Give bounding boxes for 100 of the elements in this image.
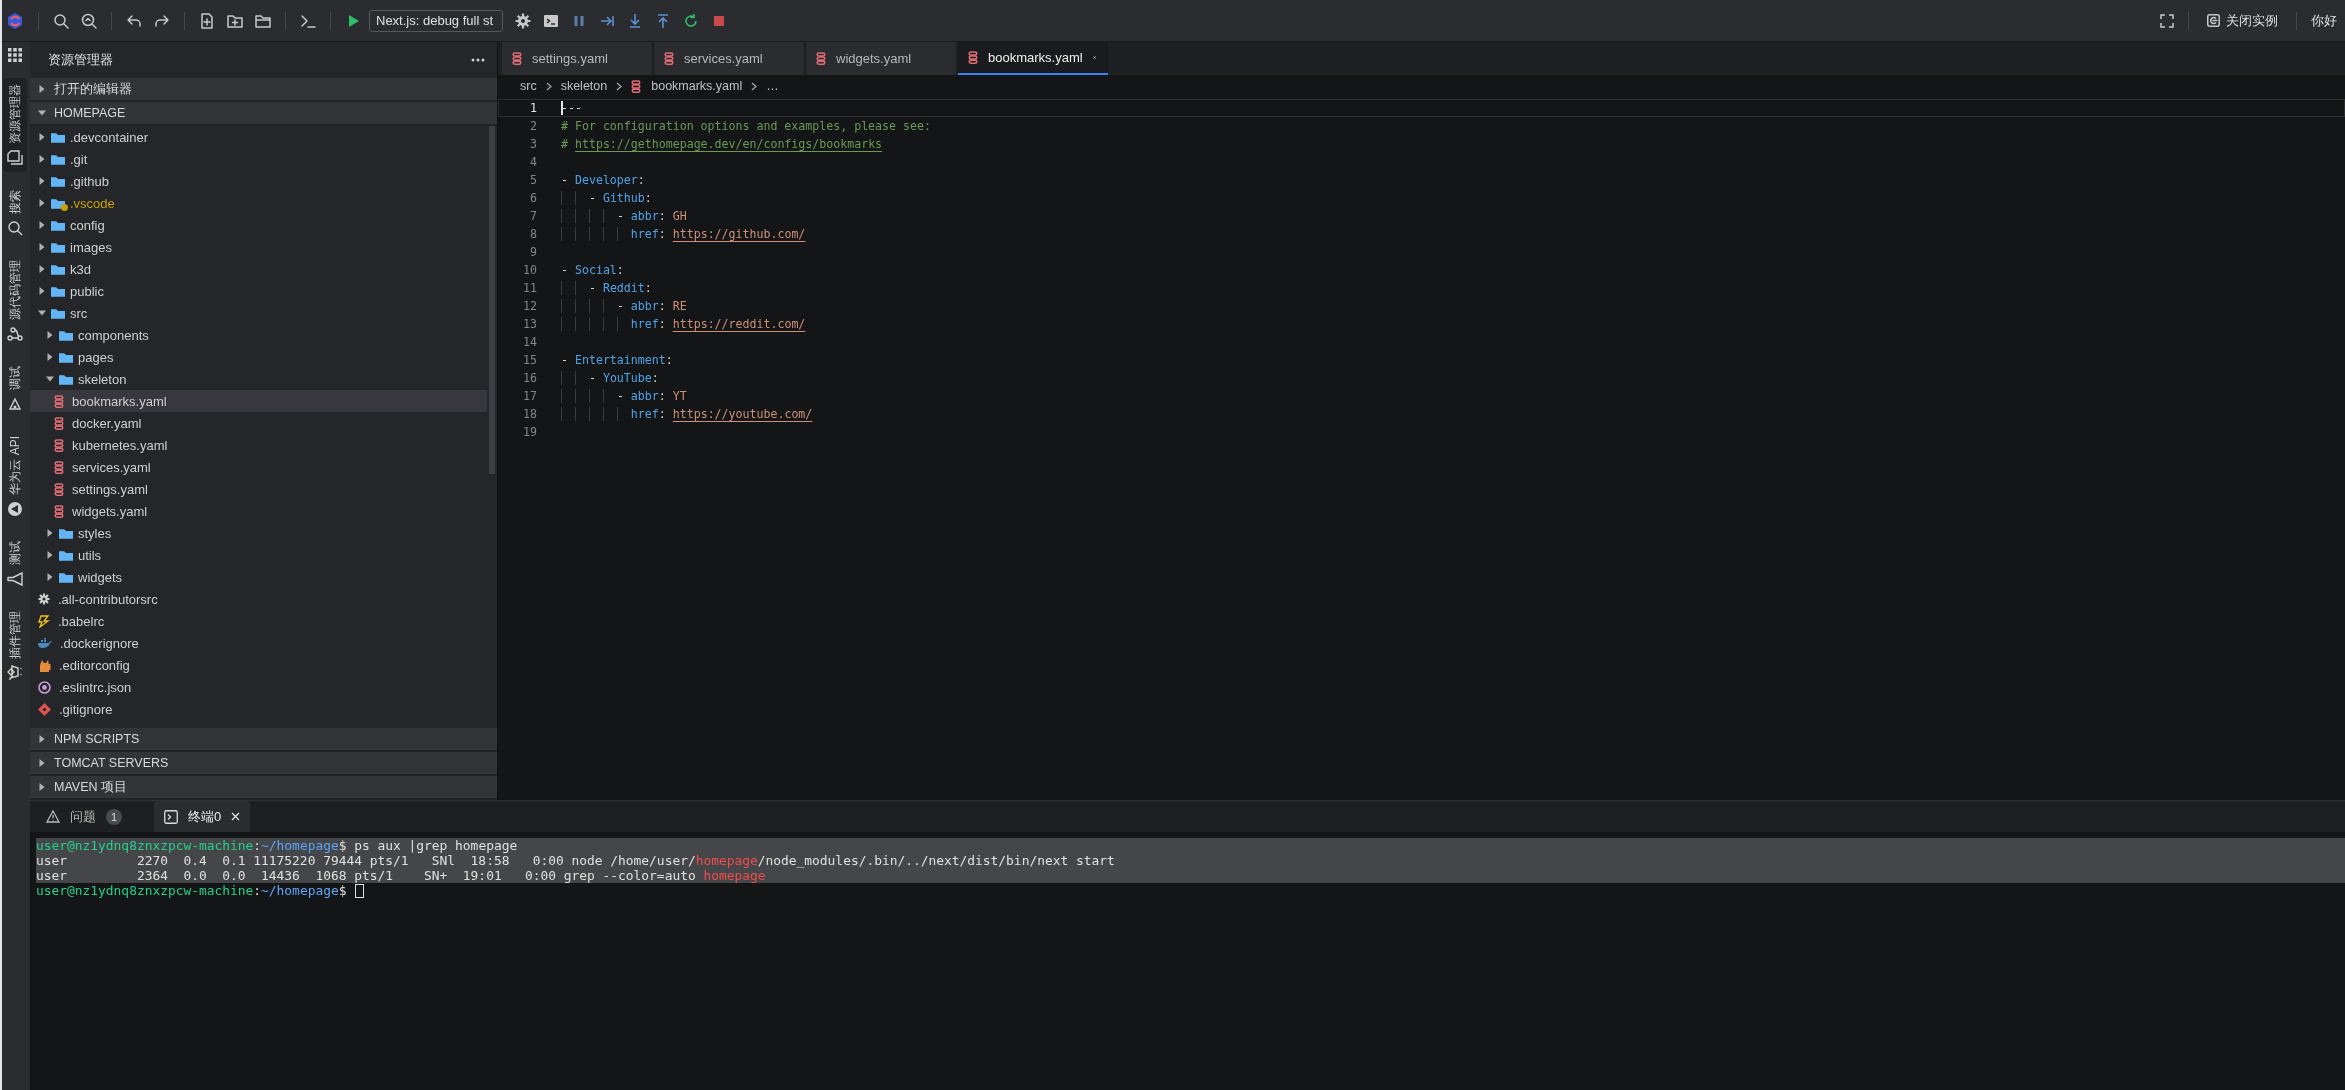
expand-icon[interactable] <box>46 551 54 559</box>
breadcrumb-item[interactable]: skeleton <box>560 79 608 93</box>
restart-icon[interactable] <box>683 12 699 29</box>
editor-tab[interactable]: widgets.yaml <box>806 42 956 75</box>
tree-item[interactable]: .babelrc <box>30 610 487 632</box>
link[interactable]: https://gethomepage.dev/en/configs/bookmarks <box>574 137 883 151</box>
tree-item[interactable]: .gitignore <box>30 698 487 720</box>
expand-icon[interactable] <box>38 287 46 295</box>
code-line: href: https://youtube.com/ <box>561 407 813 421</box>
tree-item[interactable]: utils <box>30 544 487 566</box>
activity-item[interactable]: 插件管理 <box>3 604 27 687</box>
folder-icon <box>59 527 73 539</box>
close-icon[interactable] <box>231 812 241 821</box>
tree-item[interactable]: .eslintrc.json <box>30 676 487 698</box>
expand-icon[interactable] <box>38 759 46 767</box>
folder-icon <box>51 153 65 165</box>
user-greeting[interactable]: 你好 <box>2311 11 2337 30</box>
tree-item[interactable]: .github <box>30 170 487 192</box>
step-into-icon[interactable] <box>627 12 643 29</box>
search-replace-icon[interactable] <box>81 12 97 29</box>
tree-item[interactable]: .all-contributorsrc <box>30 588 487 610</box>
breadcrumb-item[interactable]: src <box>520 79 537 93</box>
tree-item[interactable]: src <box>30 302 487 324</box>
database-icon <box>816 52 826 65</box>
expand-icon[interactable] <box>38 221 46 229</box>
activity-item[interactable]: 华为云 API <box>3 430 27 523</box>
expand-icon[interactable] <box>38 199 46 207</box>
tree-item[interactable]: .git <box>30 148 487 170</box>
panel-tab[interactable]: 问题 1 <box>36 801 132 832</box>
tree-item[interactable]: services.yaml <box>30 456 487 478</box>
expand-icon[interactable] <box>38 155 46 163</box>
redo-icon[interactable] <box>154 12 170 29</box>
section-header[interactable]: 打开的编辑器 <box>30 78 497 102</box>
tree-item[interactable]: skeleton <box>30 368 487 390</box>
fullscreen-icon[interactable] <box>2160 13 2174 28</box>
tree-item[interactable]: widgets.yaml <box>30 500 487 522</box>
tree-item[interactable]: settings.yaml <box>30 478 487 500</box>
panel-tab[interactable]: 终端0 <box>154 801 251 832</box>
expand-icon[interactable] <box>46 529 54 537</box>
tree-item[interactable]: config <box>30 214 487 236</box>
scrollbar-thumb[interactable] <box>489 126 495 474</box>
section-header[interactable]: TOMCAT SERVERS <box>30 752 497 776</box>
tree-item[interactable]: .vscode <box>30 192 487 214</box>
tree-item[interactable]: pages <box>30 346 487 368</box>
expand-icon[interactable] <box>46 573 54 581</box>
tree-item[interactable]: widgets <box>30 566 487 588</box>
expand-icon[interactable] <box>38 243 46 251</box>
tree-item[interactable]: components <box>30 324 487 346</box>
terminal-icon[interactable] <box>300 12 316 29</box>
line-number: 9 <box>529 245 537 259</box>
activity-item[interactable]: 搜索 <box>3 184 27 242</box>
expand-icon[interactable] <box>46 331 54 339</box>
editor-tab[interactable]: bookmarks.yaml <box>958 42 1108 75</box>
more-icon[interactable] <box>471 58 485 62</box>
expand-icon[interactable] <box>38 85 46 93</box>
collapse-icon[interactable] <box>46 375 54 383</box>
activity-item[interactable]: 测试 <box>3 534 27 593</box>
folder-icon[interactable] <box>255 12 271 29</box>
section-header[interactable]: NPM SCRIPTS <box>30 728 497 752</box>
tree-item[interactable]: .editorconfig <box>30 654 487 676</box>
editor-tab[interactable]: services.yaml <box>654 42 804 75</box>
close-instance-button[interactable]: 关闭实例 <box>2203 11 2282 30</box>
tree-item[interactable]: public <box>30 280 487 302</box>
step-out-icon[interactable] <box>655 12 671 29</box>
expand-icon[interactable] <box>38 177 46 185</box>
apps-grid-icon[interactable] <box>8 48 22 62</box>
link[interactable]: https://github.com/ <box>672 227 806 241</box>
search-icon[interactable] <box>53 12 69 29</box>
link[interactable]: https://youtube.com/ <box>672 407 813 421</box>
new-file-icon[interactable] <box>199 12 215 29</box>
undo-icon[interactable] <box>126 12 142 29</box>
folder-icon <box>51 307 65 319</box>
expand-icon[interactable] <box>38 265 46 273</box>
settings-icon[interactable] <box>515 12 531 29</box>
tree-item[interactable]: docker.yaml <box>30 412 487 434</box>
expand-icon[interactable] <box>38 783 46 791</box>
tree-item[interactable]: .devcontainer <box>30 126 487 148</box>
link[interactable]: https://reddit.com/ <box>672 317 806 331</box>
tree-item[interactable]: .dockerignore <box>30 632 487 654</box>
logo-icon <box>6 11 24 30</box>
new-folder-icon[interactable] <box>227 12 243 29</box>
expand-icon[interactable] <box>38 133 46 141</box>
tree-item[interactable]: bookmarks.yaml <box>30 390 487 412</box>
expand-icon[interactable] <box>38 735 46 743</box>
collapse-icon[interactable] <box>38 309 46 317</box>
activity-item[interactable]: 调试 <box>3 360 27 418</box>
editor-tab[interactable]: settings.yaml <box>502 42 652 75</box>
section-header[interactable]: MAVEN 项目 <box>30 776 497 800</box>
breadcrumb-item[interactable]: bookmarks.yaml <box>631 79 743 93</box>
tree-item[interactable]: kubernetes.yaml <box>30 434 487 456</box>
tree-item[interactable]: styles <box>30 522 487 544</box>
activity-item[interactable]: 资源管理器 <box>3 78 27 172</box>
collapse-icon[interactable] <box>38 109 46 117</box>
breadcrumb-item[interactable]: … <box>766 79 779 93</box>
tree-item[interactable]: images <box>30 236 487 258</box>
console-icon[interactable] <box>543 12 559 29</box>
section-header[interactable]: HOMEPAGE <box>30 102 497 126</box>
expand-icon[interactable] <box>46 353 54 361</box>
activity-item[interactable]: 源代码管理 <box>3 254 27 348</box>
tree-item[interactable]: k3d <box>30 258 487 280</box>
